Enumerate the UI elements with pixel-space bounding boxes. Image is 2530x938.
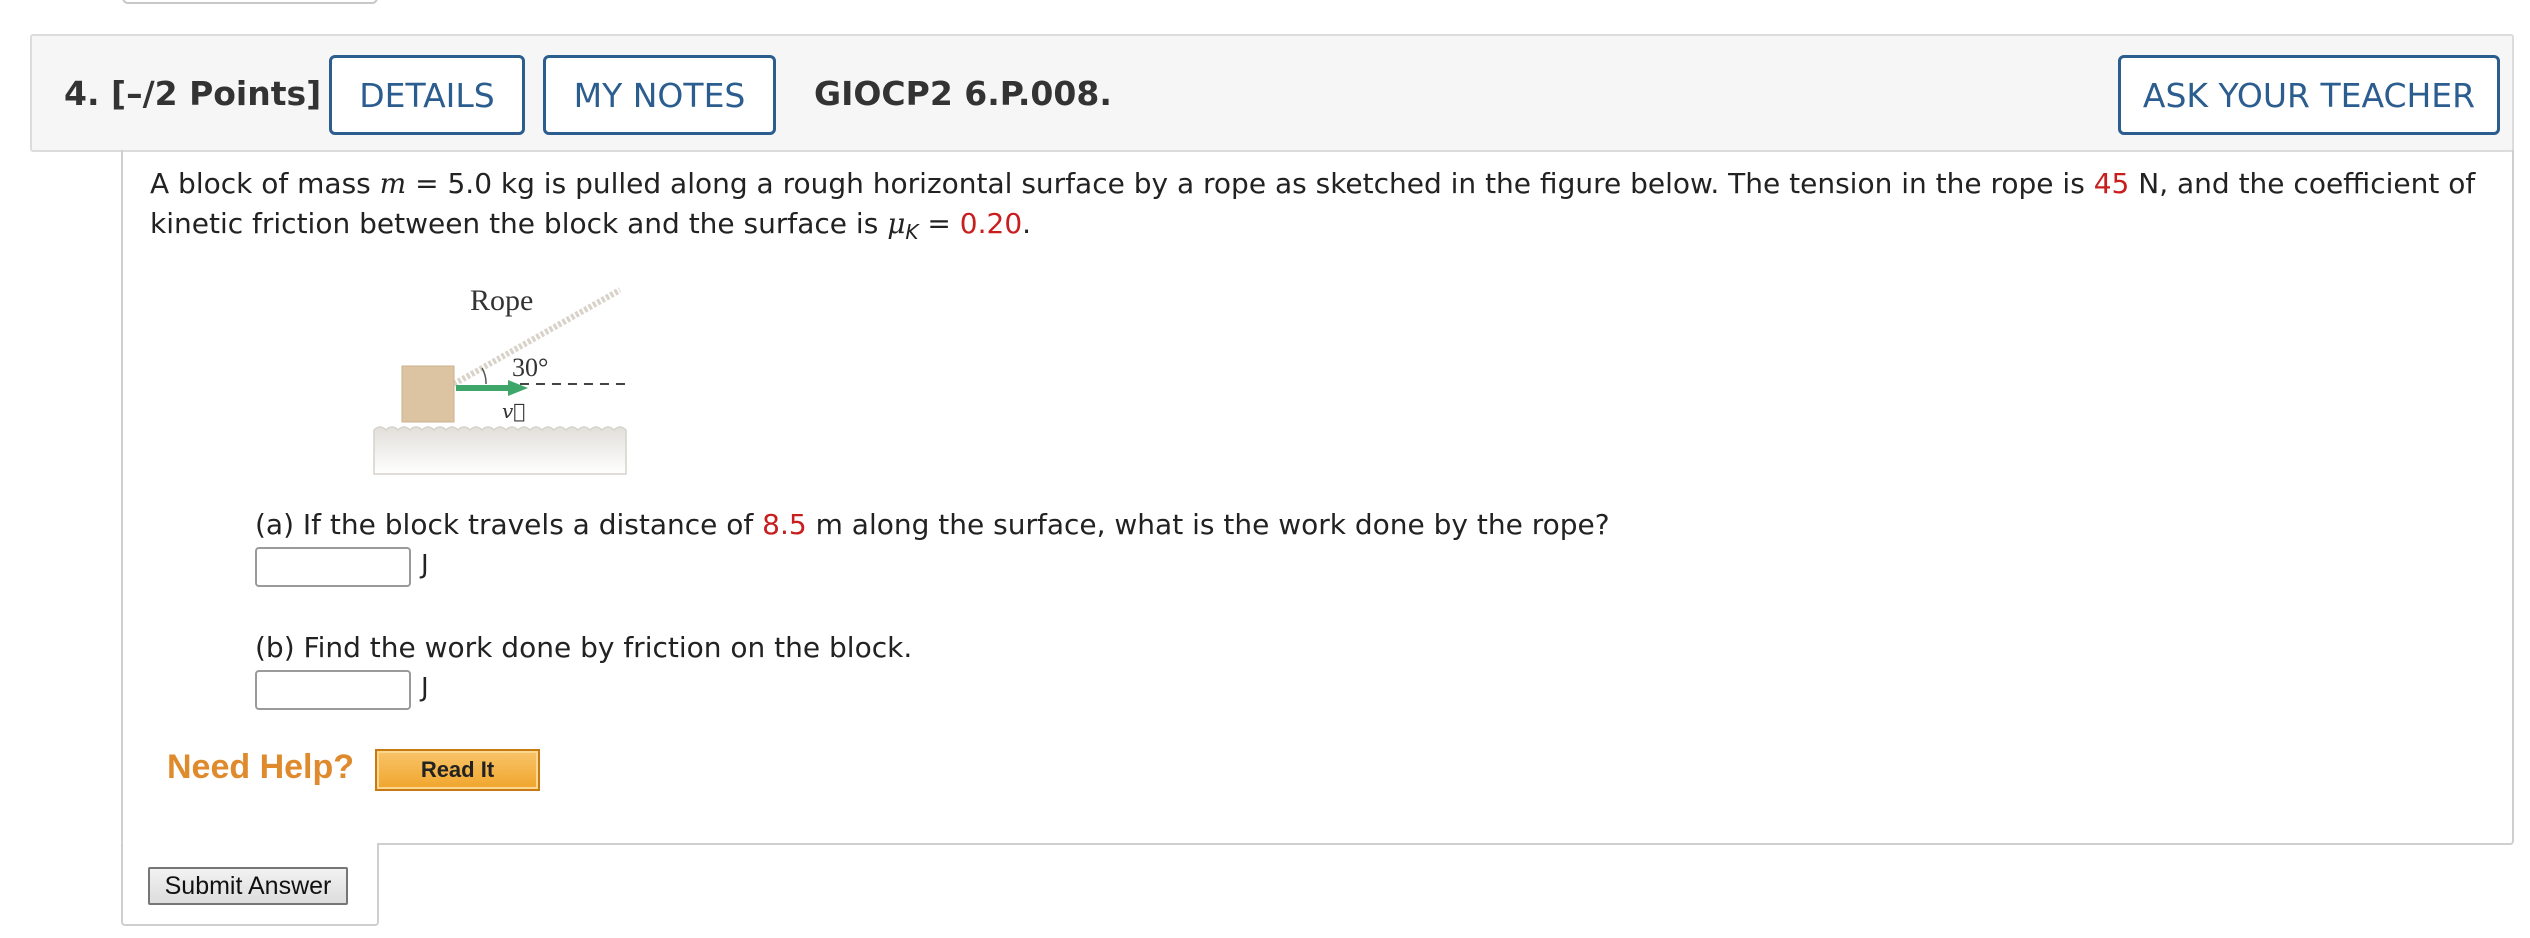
submit-area-connector: [123, 840, 377, 848]
question-code: GIOCP2 6.P.008.: [814, 74, 1112, 113]
ask-your-teacher-button[interactable]: ASK YOUR TEACHER: [2118, 55, 2500, 135]
prompt-text: = 5.0 kg is pulled along a rough horizon…: [406, 167, 2094, 200]
tension-value: 45: [2093, 167, 2130, 200]
question-page: 4. [–/2 Points] DETAILS MY NOTES GIOCP2 …: [0, 0, 2530, 938]
part-a-unit: J: [421, 550, 429, 580]
velocity-label: v⃗: [502, 399, 525, 423]
question-header: 4. [–/2 Points] DETAILS MY NOTES GIOCP2 …: [30, 34, 2514, 152]
mass-symbol: m: [379, 167, 407, 200]
need-help-label: Need Help?: [167, 748, 355, 786]
block: [401, 365, 455, 423]
read-it-button[interactable]: Read It: [375, 749, 540, 791]
submit-answer-button[interactable]: Submit Answer: [148, 867, 348, 905]
my-notes-button[interactable]: MY NOTES: [543, 55, 776, 135]
part-a-text: (a) If the block travels a distance of: [255, 508, 763, 541]
mu-subscript: K: [905, 220, 919, 244]
part-a-text: m along the surface, what is the work do…: [806, 508, 1610, 541]
question-prompt: A block of mass m = 5.0 kg is pulled alo…: [150, 164, 2480, 252]
mu-symbol: μ: [887, 207, 906, 240]
part-b-answer-row: J: [255, 669, 429, 711]
question-body: [121, 150, 2514, 845]
part-a-answer-row: J: [255, 546, 429, 588]
rough-ground: [373, 426, 627, 475]
velocity-arrow-head: [508, 380, 528, 396]
question-number-points: 4. [–/2 Points]: [64, 74, 322, 113]
part-b-answer-input[interactable]: [255, 670, 411, 710]
part-a-question: (a) If the block travels a distance of 8…: [255, 508, 1610, 541]
prompt-text: A block of mass: [150, 167, 380, 200]
rope-label: Rope: [470, 284, 533, 317]
previous-question-tab: [122, 0, 378, 4]
part-b-unit: J: [421, 673, 429, 703]
block-rope-figure: Rope 30° v⃗: [373, 284, 627, 475]
distance-value: 8.5: [762, 508, 807, 541]
part-a-answer-input[interactable]: [255, 547, 411, 587]
part-b-question: (b) Find the work done by friction on th…: [255, 631, 913, 664]
mu-value: 0.20: [959, 207, 1023, 240]
details-button[interactable]: DETAILS: [329, 55, 525, 135]
angle-arc: [481, 367, 487, 385]
prompt-text: .: [1022, 207, 1032, 240]
prompt-text: =: [918, 207, 960, 240]
angle-label: 30°: [512, 353, 548, 382]
